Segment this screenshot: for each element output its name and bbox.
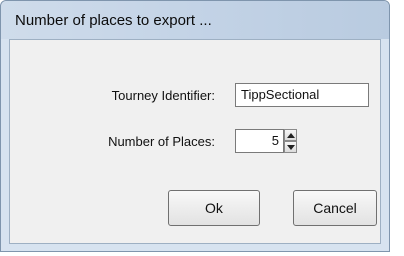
dialog-title: Number of places to export ...	[15, 12, 212, 29]
arrow-up-icon	[287, 133, 295, 138]
title-bar[interactable]: Number of places to export ...	[1, 1, 389, 39]
arrow-down-icon	[287, 145, 295, 150]
number-of-places-label: Number of Places:	[108, 134, 215, 149]
dialog-body: Tourney Identifier: TippSectional Number…	[9, 39, 381, 244]
spin-down-button[interactable]	[284, 141, 297, 153]
spin-up-button[interactable]	[284, 129, 297, 141]
cancel-button[interactable]: Cancel	[293, 190, 377, 226]
tourney-identifier-label: Tourney Identifier:	[111, 88, 215, 103]
ok-button[interactable]: Ok	[168, 190, 260, 226]
number-of-places-input[interactable]: 5	[235, 129, 284, 153]
number-of-places-stepper: 5	[235, 129, 297, 153]
dialog-window: Number of places to export ... Tourney I…	[0, 0, 390, 252]
tourney-identifier-input[interactable]: TippSectional	[235, 83, 369, 107]
